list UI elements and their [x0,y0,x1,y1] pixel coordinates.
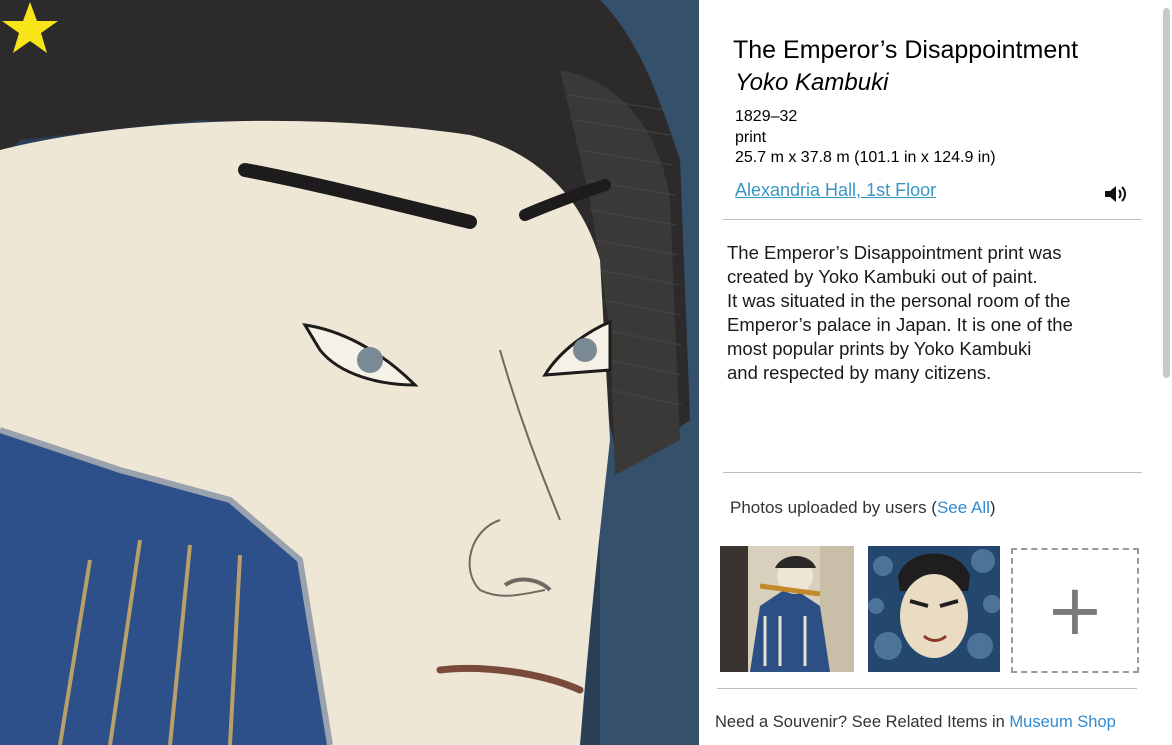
speaker-icon[interactable] [1103,183,1129,205]
user-photo-image [720,546,854,672]
user-photo-image [868,546,1000,672]
souvenir-prompt: Need a Souvenir? See Related Items in Mu… [715,713,1116,732]
description-line: The Emperor’s Disappointment print was [727,242,1062,263]
description-line: created by Yoko Kambuki out of paint. [727,266,1038,287]
artwork-title: The Emperor’s Disappointment [733,36,1079,64]
description-line: It was situated in the personal room of … [727,290,1071,311]
artwork-image [0,0,699,745]
user-photos-heading: Photos uploaded by users (See All) [730,498,996,518]
plus-icon: + [1045,569,1105,651]
user-photo-thumbnail[interactable] [720,546,854,672]
museum-shop-link[interactable]: Museum Shop [1009,713,1115,731]
location-link[interactable]: Alexandria Hall, 1st Floor [735,180,936,201]
artwork-date: 1829–32 [735,108,798,125]
artwork-illustration [0,0,699,745]
user-photo-thumbnail[interactable] [868,546,1000,672]
description-line: most popular prints by Yoko Kambuki [727,338,1032,359]
add-photo-button[interactable]: + [1011,548,1139,673]
divider [717,688,1137,689]
artwork-medium: print [735,129,767,146]
user-photos-suffix: ) [989,498,996,517]
user-photos-label: Photos uploaded by users ( [730,498,937,517]
artwork-description: The Emperor’s Disappointment print was c… [727,241,1127,385]
divider [723,472,1142,473]
see-all-link[interactable]: See All [937,498,990,517]
scrollbar[interactable] [1163,8,1170,378]
star-icon[interactable] [0,0,60,56]
artwork-dimensions: 25.7 m x 37.8 m (101.1 in x 124.9 in) [735,149,996,166]
artist-name: Yoko Kambuki [735,69,889,96]
description-line: Emperor’s palace in Japan. It is one of … [727,314,1073,335]
description-line: and respected by many citizens. [727,362,992,383]
divider [723,219,1142,220]
artwork-info-panel: The Emperor’s Disappointment Yoko Kambuk… [699,0,1172,745]
souvenir-text: Need a Souvenir? See Related Items in [715,713,1010,731]
